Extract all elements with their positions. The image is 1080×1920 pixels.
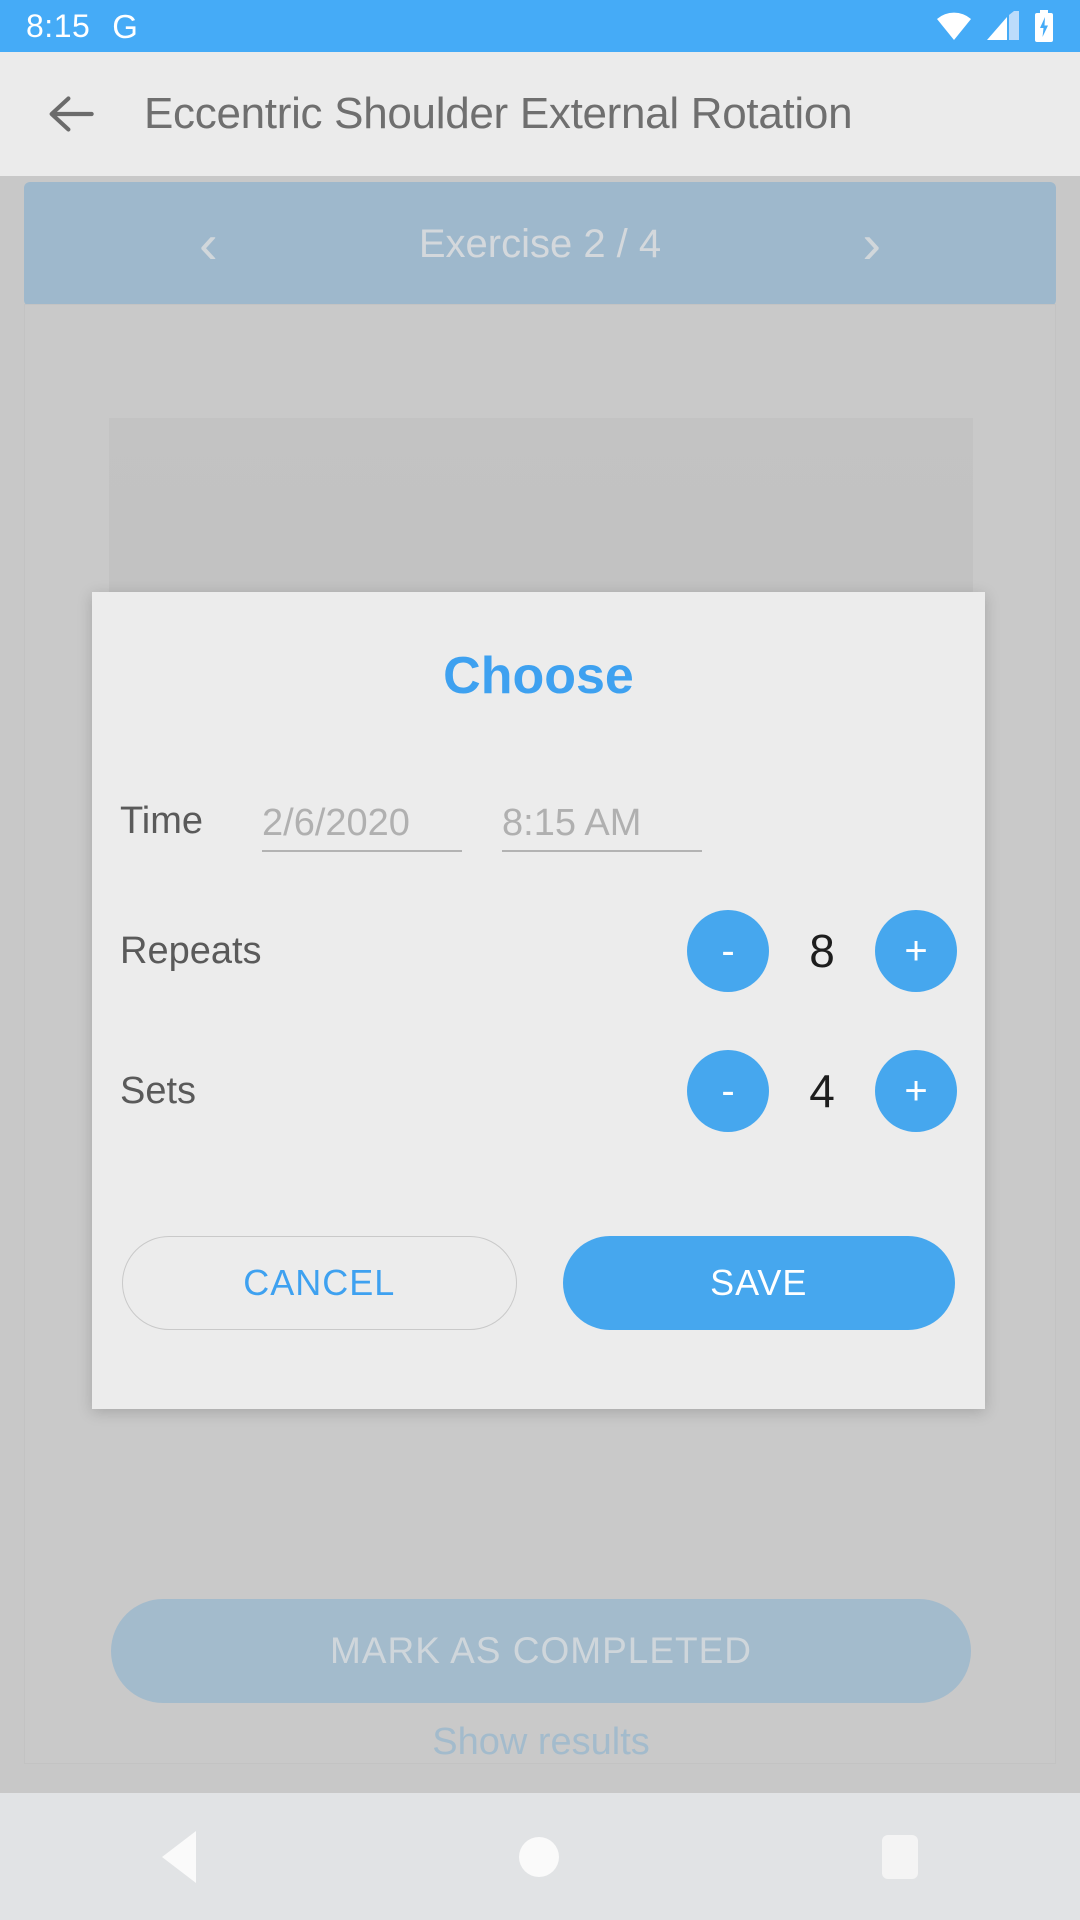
sets-label: Sets — [120, 1069, 197, 1112]
nav-back-icon[interactable] — [161, 1830, 196, 1883]
repeats-increment-button[interactable]: + — [875, 910, 957, 992]
sets-row: Sets - 4 + — [92, 1050, 985, 1132]
signal-icon — [987, 11, 1019, 40]
time-label: Time — [120, 799, 204, 842]
nav-home-icon[interactable] — [518, 1836, 559, 1877]
status-bar: 8:15 G — [0, 0, 1080, 52]
time-row: Time 2/6/2020 8:15 AM — [92, 790, 985, 852]
dialog-actions: CANCEL SAVE — [92, 1236, 985, 1330]
app-bar: Eccentric Shoulder External Rotation — [0, 52, 1080, 176]
time-input-value: 8:15 AM — [502, 802, 642, 845]
repeats-value: 8 — [809, 925, 835, 977]
phone-screen: 8:15 G Eccentric Shoulder External Rotat… — [0, 0, 1080, 1920]
google-icon: G — [112, 7, 138, 45]
sets-decrement-button[interactable]: - — [687, 1050, 769, 1132]
cancel-button[interactable]: CANCEL — [122, 1236, 517, 1330]
battery-charging-icon — [1035, 9, 1053, 42]
back-arrow-icon[interactable] — [40, 83, 102, 145]
wifi-icon — [937, 12, 971, 40]
date-input-value: 2/6/2020 — [262, 802, 410, 845]
nav-recents-icon[interactable] — [882, 1834, 919, 1879]
choose-dialog: Choose Time 2/6/2020 8:15 AM Repeats - 8… — [92, 592, 985, 1409]
repeats-row: Repeats - 8 + — [92, 910, 985, 992]
status-clock: 8:15 — [26, 7, 91, 44]
repeats-decrement-button[interactable]: - — [687, 910, 769, 992]
android-nav-bar — [0, 1793, 1080, 1920]
sets-increment-button[interactable]: + — [875, 1050, 957, 1132]
page-title: Eccentric Shoulder External Rotation — [144, 89, 853, 138]
time-input[interactable]: 8:15 AM — [502, 790, 702, 852]
dialog-title: Choose — [443, 647, 634, 705]
sets-value: 4 — [809, 1065, 835, 1117]
save-button[interactable]: SAVE — [562, 1236, 955, 1330]
status-icons — [936, 9, 1054, 43]
repeats-label: Repeats — [120, 929, 262, 972]
date-input[interactable]: 2/6/2020 — [262, 790, 462, 852]
